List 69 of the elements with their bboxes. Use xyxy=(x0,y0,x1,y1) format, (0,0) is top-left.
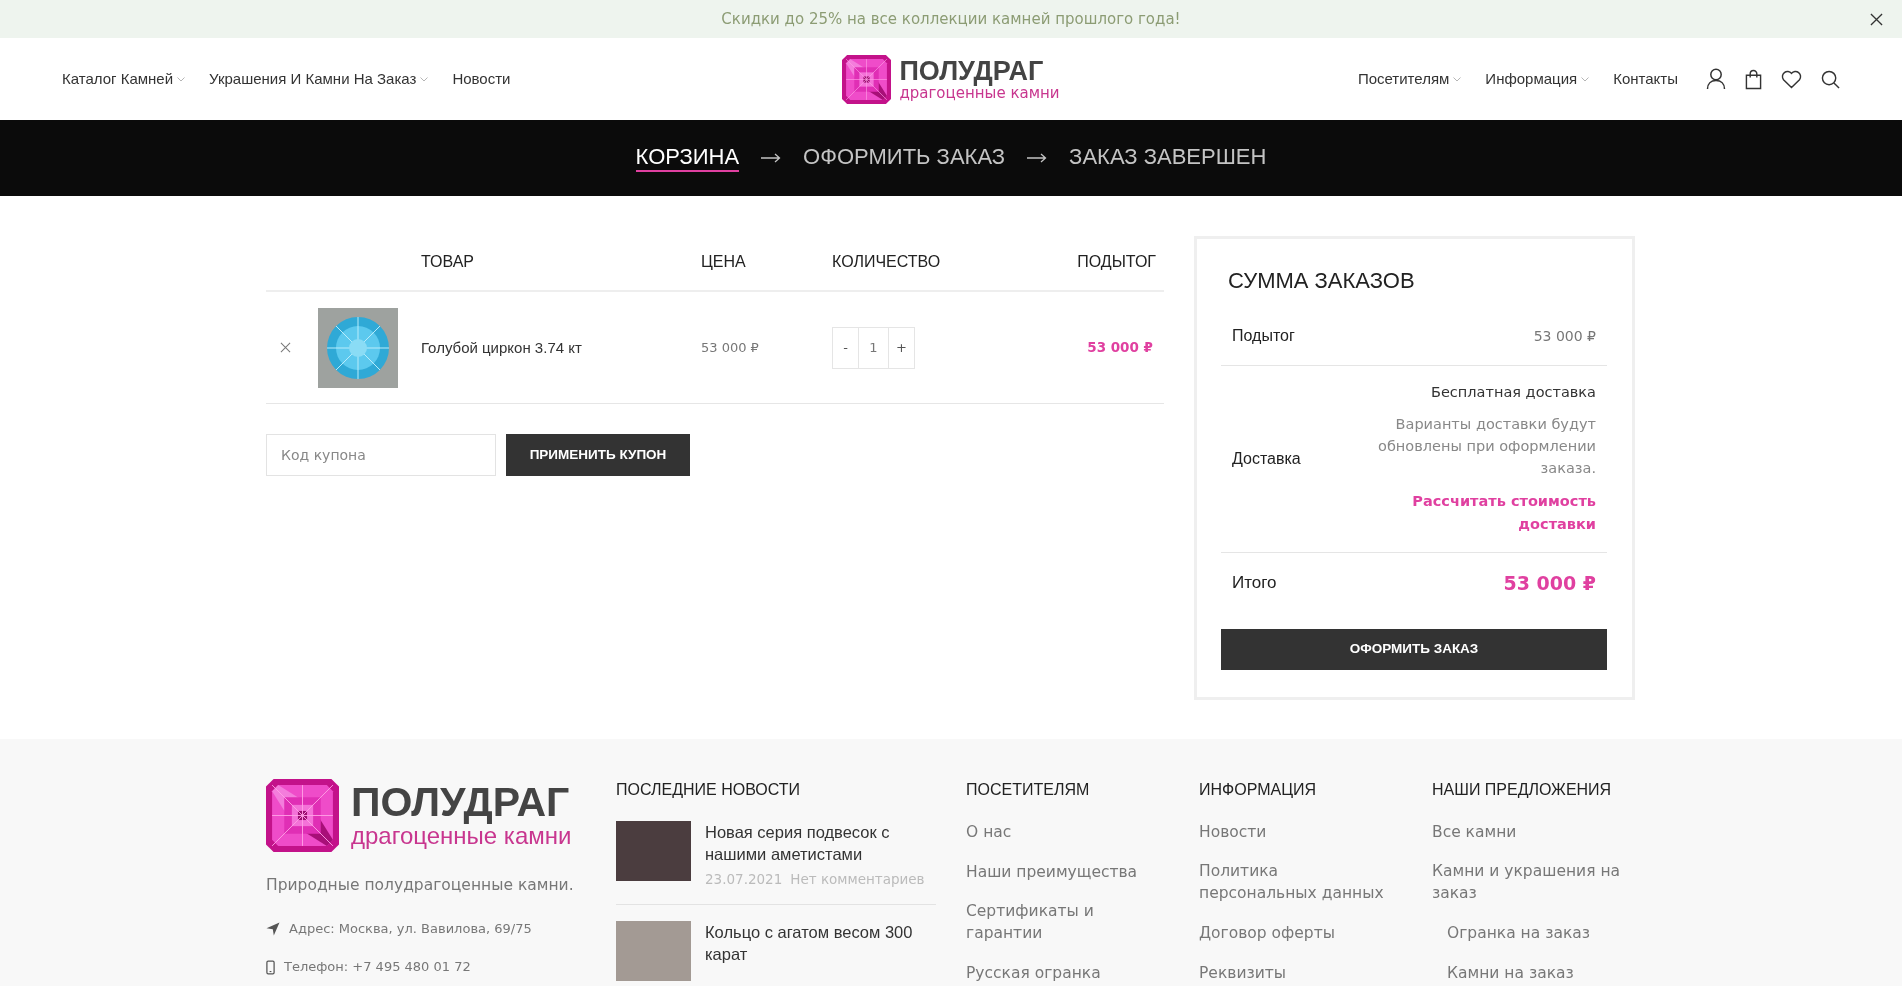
quantity-stepper[interactable]: - 1 + xyxy=(832,326,915,369)
product-subtotal: 53 000 ₽ xyxy=(1087,338,1154,358)
cross-icon[interactable] xyxy=(279,342,291,353)
shipping-note: Варианты доставки будут обновлены при оформлении заказа. xyxy=(1377,415,1596,478)
footer-link[interactable]: О нас xyxy=(966,821,1012,843)
gem-icon[interactable] xyxy=(266,779,339,852)
footer-heading: НАШИ ПРЕДЛОЖЕНИЯ xyxy=(1432,780,1613,800)
coupon-field[interactable]: Код купона xyxy=(266,434,496,476)
nav-link[interactable]: Новости xyxy=(452,67,511,91)
footer-link[interactable]: Наши преимущества xyxy=(966,861,1138,883)
footer-link[interactable]: Камни и украшения на заказ xyxy=(1432,860,1627,904)
row-label: Итого xyxy=(1232,572,1277,594)
total-value: 53 000 ₽ xyxy=(1503,571,1596,595)
footer-link[interactable]: Все камни xyxy=(1432,821,1517,843)
nav-link[interactable]: Украшения И Камни На Заказ xyxy=(209,67,429,91)
column-header: КОЛИЧЕСТВО xyxy=(832,252,942,272)
product-price: 53 000 ₽ xyxy=(701,338,759,357)
news-date: 23.07.2021 xyxy=(705,870,783,889)
calculate-shipping-link[interactable]: Рассчитать стоимость доставки xyxy=(1351,490,1596,536)
panel-title: СУММА ЗАКАЗОВ xyxy=(1228,268,1416,294)
phone-number: Телефон: +7 495 480 01 72 xyxy=(284,958,471,976)
footer-link[interactable]: Камни на заказ xyxy=(1447,962,1574,984)
checkout-step[interactable]: КОРЗИНА xyxy=(635,144,740,172)
column-header: ПОДЫТОГ xyxy=(1077,252,1157,272)
close-icon xyxy=(1870,12,1883,26)
nav-link[interactable]: Каталог Камней xyxy=(62,67,186,91)
arrow-right-icon xyxy=(761,153,782,163)
logo-subtitle[interactable]: драгоценные камни xyxy=(899,85,1060,101)
nav-link[interactable]: Посетителям xyxy=(1357,67,1462,91)
news-title[interactable]: Новая серия подвесок с нашими аметистами xyxy=(705,821,936,865)
promo-text: Скидки до 25% на все коллекции камней прошлого года! xyxy=(721,8,1181,30)
heart-icon[interactable] xyxy=(1781,69,1802,89)
search-icon[interactable] xyxy=(1821,69,1840,89)
nav-link[interactable]: Контакты xyxy=(1613,67,1678,91)
shopping-bag-icon[interactable] xyxy=(1745,68,1762,90)
nav-link[interactable]: Информация xyxy=(1485,67,1590,91)
gem-icon[interactable] xyxy=(842,54,892,104)
column-header: ТОВАР xyxy=(421,252,475,272)
subtotal-value: 53 000 ₽ xyxy=(1533,326,1596,346)
apply-coupon-button[interactable]: ПРИМЕНИТЬ КУПОН xyxy=(506,434,690,476)
row-label: Доставка xyxy=(1232,448,1301,469)
shipping-method: Бесплатная доставка xyxy=(1430,383,1596,402)
footer-heading: ПОСЛЕДНИЕ НОВОСТИ xyxy=(616,780,802,800)
user-icon[interactable] xyxy=(1706,68,1726,90)
checkout-button[interactable]: ОФОРМИТЬ ЗАКАЗ xyxy=(1221,629,1607,670)
news-title[interactable]: Кольцо с агатом весом 300 карат xyxy=(705,921,936,965)
row-label: Подытог xyxy=(1232,326,1295,346)
arrow-right-icon xyxy=(1027,153,1048,163)
mobile-phone-icon xyxy=(266,959,275,975)
navigation-arrow-icon xyxy=(266,922,280,936)
logo-wordmark[interactable]: ПОЛУДРАГ xyxy=(351,781,572,822)
checkout-step[interactable]: ЗАКАЗ ЗАВЕРШЕН xyxy=(1069,144,1267,172)
footer-link[interactable]: Новости xyxy=(1199,821,1267,843)
footer-link[interactable]: Договор оферты xyxy=(1199,922,1335,944)
logo-wordmark[interactable]: ПОЛУДРАГ xyxy=(899,57,1060,85)
column-header: ЦЕНА xyxy=(701,252,747,272)
footer-link[interactable]: Сертификаты и гарантии xyxy=(966,900,1161,944)
footer-link[interactable]: Политика персональных данных xyxy=(1199,860,1394,904)
comments-count: Нет комментариев xyxy=(790,870,925,889)
contact-address: Адрес: Москва, ул. Вавилова, 69/75 xyxy=(289,920,532,938)
product-name[interactable]: Голубой циркон 3.74 кт xyxy=(421,338,582,356)
footer-link[interactable]: Реквизиты xyxy=(1199,962,1287,984)
footer-heading: ПОСЕТИТЕЛЯМ xyxy=(966,780,1091,800)
footer-link[interactable]: Русская огранка xyxy=(966,962,1101,984)
checkout-step[interactable]: ОФОРМИТЬ ЗАКАЗ xyxy=(803,144,1006,172)
footer-link[interactable]: Огранка на заказ xyxy=(1447,922,1590,944)
footer-heading: ИНФОРМАЦИЯ xyxy=(1199,780,1318,800)
footer-tagline: Природные полудрагоценные камни. xyxy=(266,875,575,896)
quantity-field[interactable]: 1 xyxy=(858,327,889,368)
